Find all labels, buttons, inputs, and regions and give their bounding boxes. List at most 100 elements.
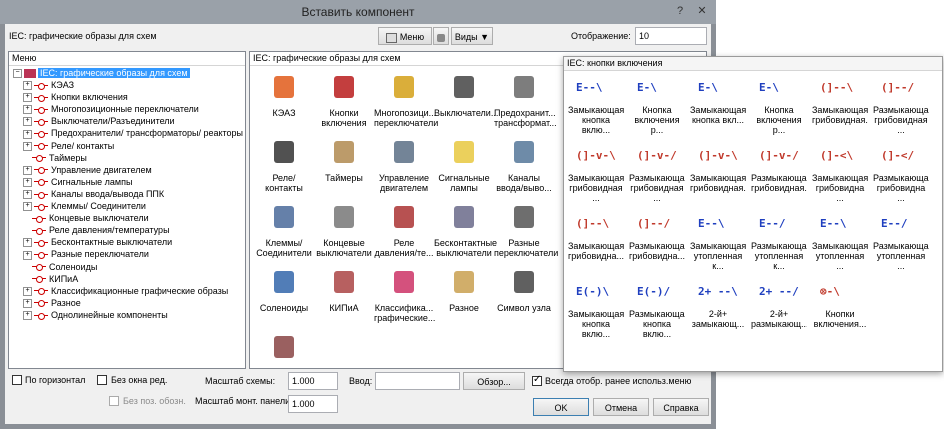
grid-item[interactable]: Предохранит... трансформат... <box>494 72 557 128</box>
tree-item[interactable]: + Клеммы/ Соединители <box>23 200 146 212</box>
input-field[interactable] <box>375 372 460 390</box>
grid-item[interactable]: Выключатели... <box>434 72 498 118</box>
tree-item[interactable]: + Управление двигателем <box>23 164 152 176</box>
expand-icon[interactable]: + <box>23 311 32 321</box>
pushbutton-symbol-item[interactable]: 2+ --\ 2-й+ замыкающ... <box>690 279 746 329</box>
tree-item[interactable]: КИПиА <box>23 273 78 285</box>
grid-item[interactable]: Многопозици... переключатели <box>374 72 438 128</box>
pushbutton-symbol-item[interactable]: (]-v-/ Размыкающая грибовидная ... <box>629 143 685 203</box>
expand-icon[interactable]: + <box>23 93 32 103</box>
grid-item[interactable]: Символ узла <box>494 267 554 313</box>
expand-icon[interactable]: + <box>23 105 32 115</box>
grid-item[interactable]: Кнопки включения <box>314 72 374 128</box>
grid-item[interactable]: Бесконтактные выключатели <box>434 202 497 258</box>
tree-item[interactable]: + Многопозиционные переключатели <box>23 103 199 115</box>
expand-icon[interactable]: + <box>23 129 32 139</box>
browse-button[interactable]: Обзор... <box>463 372 525 390</box>
tree-item[interactable]: + Разное <box>23 297 81 309</box>
pushbutton-symbol-item[interactable]: (]-<\ Замыкающая грибовидна ... <box>812 143 868 203</box>
views-dropdown[interactable]: Виды ▼ <box>451 27 493 45</box>
grid-item[interactable]: Разное <box>434 267 494 313</box>
grid-item[interactable]: Однолинейные компоненты <box>254 332 314 368</box>
grid-item[interactable]: Каналы ввода/выво... <box>494 137 554 193</box>
pushbutton-symbol-item[interactable]: E--\ Замыкающая утопленная к... <box>690 211 746 271</box>
grid-item[interactable]: КИПиА <box>314 267 374 313</box>
expand-icon[interactable]: + <box>23 177 32 187</box>
back-icon[interactable] <box>433 27 449 45</box>
tree-item[interactable]: + Кнопки включения <box>23 91 128 103</box>
tree-item[interactable]: + Реле/ контакты <box>23 140 114 152</box>
pushbutton-symbol-item[interactable]: (]-v-\ Замыкающая грибовидная ... <box>568 143 624 203</box>
expand-icon[interactable]: + <box>23 298 32 308</box>
pushbutton-symbol-item[interactable]: E(-)/ Размыкающая кнопка вклю... <box>629 279 685 339</box>
help-button[interactable]: Справка <box>653 398 709 416</box>
pushbutton-symbol-item[interactable]: E--\ Замыкающая утопленная ... <box>812 211 868 271</box>
pushbutton-symbol-item[interactable]: (]--\ Замыкающая грибовидная... <box>812 75 868 125</box>
pushbutton-symbol-item[interactable]: 2+ --/ 2-й+ размыкающ... <box>751 279 807 329</box>
grid-item[interactable]: Концевые выключатели <box>314 202 374 258</box>
pushbutton-symbol-item[interactable]: E--\ Замыкающая кнопка вклю... <box>568 75 624 135</box>
cancel-button[interactable]: Отмена <box>593 398 649 416</box>
tree-item[interactable]: + Разные переключатели <box>23 248 149 260</box>
display-count-field[interactable]: 10 <box>635 27 707 45</box>
pushbutton-symbol-item[interactable]: E-\ Кнопка включения р... <box>629 75 685 135</box>
tree-item[interactable]: + КЭАЗ <box>23 79 74 91</box>
expand-icon[interactable]: + <box>23 165 32 175</box>
expand-icon[interactable]: + <box>23 141 32 151</box>
pushbutton-symbol-item[interactable]: (]-</ Размыкающая грибовидна ... <box>873 143 929 203</box>
pushbutton-symbol-item[interactable]: E-\ Замыкающая кнопка вкл... <box>690 75 746 125</box>
pushbutton-symbol-item[interactable]: E--/ Размыкающая утопленная к... <box>751 211 807 271</box>
horizontal-checkbox[interactable] <box>12 375 22 385</box>
pushbutton-symbol-item[interactable]: E-\ Кнопка включения р... <box>751 75 807 135</box>
pushbutton-symbol-item[interactable]: ⊗-\ Кнопки включения... <box>812 279 868 329</box>
pushbutton-symbol-item[interactable]: (]--/ Размыкающая грибовидна... <box>629 211 685 261</box>
tree-item[interactable]: Соленоиды <box>23 261 97 273</box>
panel-scale-field[interactable]: 1.000 <box>288 395 338 413</box>
grid-item[interactable]: Разные переключатели <box>494 202 558 258</box>
expand-icon[interactable]: + <box>23 190 32 200</box>
tree-item[interactable]: + Предохранители/ трансформаторы/ реактор… <box>23 127 243 139</box>
expand-icon[interactable]: + <box>23 117 32 127</box>
no-pos-checkbox[interactable] <box>109 396 119 406</box>
pushbutton-symbol-item[interactable]: (]-v-\ Замыкающая грибовидная... <box>690 143 746 193</box>
expand-icon[interactable]: + <box>23 250 32 260</box>
tree-item[interactable]: Реле давления/температуры <box>23 224 170 236</box>
help-title-button[interactable]: ? <box>672 4 688 18</box>
grid-item[interactable]: Соленоиды <box>254 267 314 313</box>
tree-item[interactable]: + Сигнальные лампы <box>23 176 132 188</box>
tree-item[interactable]: Таймеры <box>23 152 87 164</box>
grid-item-label: Концевые выключатели <box>316 238 372 258</box>
tree-item[interactable]: + Выключатели/Разъединители <box>23 115 175 127</box>
tree-item[interactable]: Концевые выключатели <box>23 212 149 224</box>
tree-item[interactable]: + Каналы ввода/вывода ППК <box>23 188 164 200</box>
expand-icon[interactable]: + <box>23 286 32 296</box>
symbol-glyph: E-\ <box>759 81 779 94</box>
no-window-checkbox[interactable] <box>97 375 107 385</box>
grid-item[interactable]: Таймеры <box>314 137 374 183</box>
always-show-checkbox[interactable]: ✓ <box>532 374 542 386</box>
pushbutton-symbol-item[interactable]: E--/ Размыкающая утопленная ... <box>873 211 929 271</box>
grid-item[interactable]: Управление двигателем <box>374 137 434 193</box>
grid-item[interactable]: Клеммы/ Соединители <box>254 202 314 258</box>
grid-item[interactable]: Классифика... графические... <box>374 267 435 323</box>
pushbutton-symbol-item[interactable]: E(-)\ Замыкающая кнопка вклю... <box>568 279 624 339</box>
pushbutton-symbol-item[interactable]: (]--/ Размыкающая грибовидная ... <box>873 75 929 135</box>
scheme-scale-field[interactable]: 1.000 <box>288 372 338 390</box>
grid-item[interactable]: КЭАЗ <box>254 72 314 118</box>
tree-item[interactable]: + Классификационные графические образы <box>23 285 228 297</box>
tree-root[interactable]: − IEC: графические образы для схем <box>13 67 190 79</box>
grid-item[interactable]: Реле давления/те... <box>374 202 434 258</box>
tree-item[interactable]: + Однолинейные компоненты <box>23 309 168 321</box>
ok-button[interactable]: OK <box>533 398 589 416</box>
expand-icon[interactable]: + <box>23 202 32 212</box>
pushbutton-symbol-item[interactable]: (]-v-/ Размыкающая грибовидная... <box>751 143 807 193</box>
tree-item[interactable]: + Бесконтактные выключатели <box>23 236 172 248</box>
expand-icon[interactable]: + <box>23 238 32 248</box>
grid-item[interactable]: Реле/ контакты <box>254 137 314 193</box>
menu-button[interactable]: Меню <box>378 27 432 45</box>
grid-item[interactable]: Сигнальные лампы <box>434 137 494 193</box>
expand-icon[interactable]: + <box>23 81 32 91</box>
close-button[interactable]: ✕ <box>694 4 710 18</box>
collapse-icon[interactable]: − <box>13 69 22 79</box>
pushbutton-symbol-item[interactable]: (]--\ Замыкающая грибовидна... <box>568 211 624 261</box>
